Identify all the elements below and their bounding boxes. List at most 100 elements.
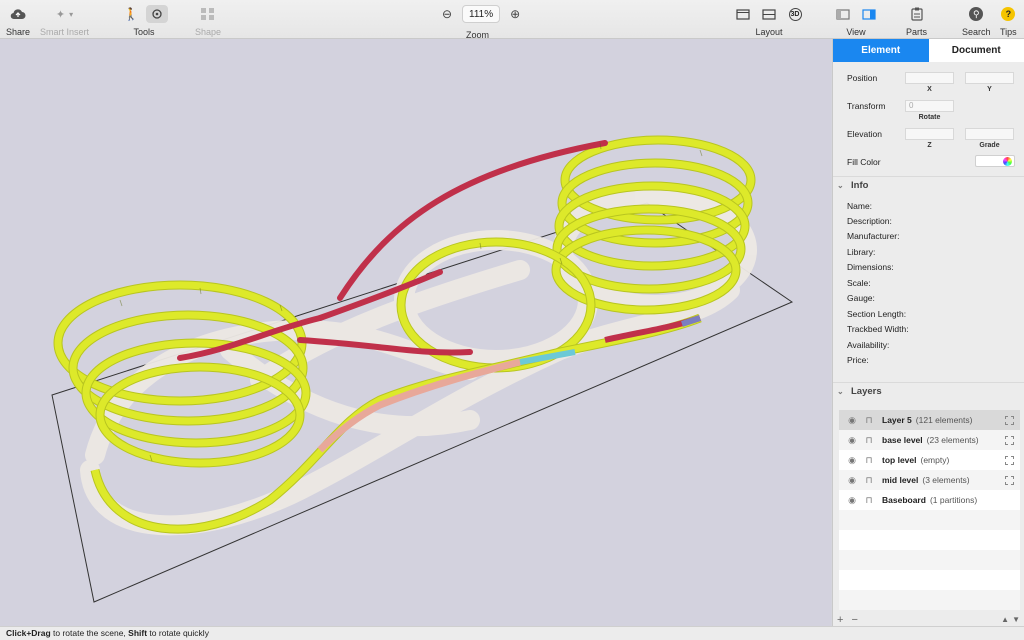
layer-count: (1 partitions) [929, 495, 978, 505]
fill-color-label: Fill Color [847, 157, 881, 167]
eye-icon[interactable]: ◉ [845, 435, 859, 446]
orbit-tool-button[interactable] [146, 5, 168, 23]
remove-layer-button[interactable]: − [851, 614, 857, 626]
view-group: View [832, 4, 880, 37]
layout-group: 3D Layout [732, 4, 806, 37]
tab-element[interactable]: Element [833, 39, 929, 62]
info-availability: Availability: [847, 340, 890, 350]
zoom-out-icon: ⊖ [441, 7, 453, 21]
info-dimensions: Dimensions: [847, 262, 894, 272]
elevation-z-field[interactable] [905, 128, 954, 140]
layer-row[interactable]: ◉ ⊓ Baseboard (1 partitions) [839, 490, 1020, 510]
shape-button[interactable]: Shape [195, 4, 221, 37]
zoom-in-icon: ⊕ [510, 7, 521, 21]
unlock-icon[interactable]: ⊓ [862, 455, 876, 466]
layout-label: Layout [755, 27, 783, 37]
chevron-down-icon: ⌄ [837, 181, 844, 190]
eye-icon[interactable]: ◉ [845, 455, 859, 466]
info-price: Price: [847, 355, 869, 365]
layout-3d-button[interactable]: 3D [784, 5, 806, 23]
3d-icon: 3D [788, 7, 802, 21]
layer-name: base level [882, 435, 923, 445]
toggle-left-sidebar-button[interactable] [832, 5, 854, 23]
info-scale: Scale: [847, 278, 871, 288]
info-library: Library: [847, 247, 876, 257]
color-wheel-icon [1003, 157, 1012, 166]
toggle-right-sidebar-button[interactable] [858, 5, 880, 23]
layer-count: (empty) [920, 455, 950, 465]
grade-field[interactable] [965, 128, 1014, 140]
layer-name: mid level [882, 475, 919, 485]
layer-row[interactable]: ◉ ⊓ mid level (3 elements) [839, 470, 1020, 490]
tips-button[interactable]: ? Tips [1000, 4, 1017, 37]
track-scene[interactable] [0, 39, 831, 626]
select-layer-icon[interactable] [1005, 415, 1014, 425]
layout-single-button[interactable] [732, 5, 754, 23]
help-icon: ? [1001, 7, 1016, 21]
unlock-icon[interactable]: ⊓ [862, 435, 876, 446]
elevation-label: Elevation [847, 129, 882, 139]
eye-icon[interactable]: ◉ [845, 495, 859, 506]
info-trackbed-width: Trackbed Width: [847, 324, 909, 334]
tips-label: Tips [1000, 27, 1017, 37]
walk-icon: 🚶 [123, 7, 139, 21]
fill-color-well[interactable] [975, 155, 1015, 167]
shape-icon [201, 8, 215, 20]
search-button[interactable]: ⚲ Search [962, 4, 991, 37]
search-label: Search [962, 27, 991, 37]
zoom-in-button[interactable]: ⊕ [504, 5, 526, 23]
rotate-field[interactable]: 0 [905, 100, 954, 112]
view-label: View [846, 27, 866, 37]
rotate-caption: Rotate [918, 114, 941, 121]
info-title: Info [851, 180, 869, 191]
orbit-icon [152, 9, 162, 19]
empty-layer-row [839, 590, 1020, 610]
select-layer-icon[interactable] [1005, 475, 1014, 485]
empty-layer-row [839, 550, 1020, 570]
tab-document[interactable]: Document [928, 39, 1024, 62]
info-name: Name: [847, 201, 873, 211]
move-down-icon[interactable]: ▼ [1012, 615, 1020, 624]
eye-icon[interactable]: ◉ [845, 415, 859, 426]
select-layer-icon[interactable] [1005, 435, 1014, 445]
layer-row[interactable]: ◉ ⊓ base level (23 elements) [839, 430, 1020, 450]
select-layer-icon[interactable] [1005, 455, 1014, 465]
position-x-field[interactable] [905, 72, 954, 84]
magic-wand-icon: ✦ [55, 8, 66, 21]
unlock-icon[interactable]: ⊓ [862, 495, 876, 506]
layout-split-button[interactable] [758, 5, 780, 23]
walk-tool-button[interactable]: 🚶 [120, 5, 142, 23]
sidebar-right-icon [862, 8, 876, 20]
inspector-tabs: Element Document [833, 39, 1024, 62]
info-section-length: Section Length: [847, 309, 907, 319]
share-button[interactable]: Share [6, 4, 30, 37]
layers-title: Layers [851, 386, 882, 397]
clipboard-icon [910, 7, 923, 21]
move-up-icon[interactable]: ▲ [1001, 615, 1009, 624]
layers-footer: + − ▲ ▼ [833, 613, 1024, 626]
layers-section-header[interactable]: ⌄ Layers [833, 382, 1024, 400]
layer-row[interactable]: ◉ ⊓ Layer 5 (121 elements) [839, 410, 1020, 430]
smart-insert-button[interactable]: ✦ ▾ Smart Insert [40, 4, 90, 38]
unlock-icon[interactable]: ⊓ [862, 475, 876, 486]
add-layer-button[interactable]: + [837, 614, 843, 626]
info-section-header[interactable]: ⌄ Info [833, 176, 1024, 194]
parts-button[interactable]: Parts [906, 4, 927, 37]
empty-layer-row [839, 570, 1020, 590]
layer-row[interactable]: ◉ ⊓ top level (empty) [839, 450, 1020, 470]
grade-caption: Grade [979, 142, 1000, 149]
zoom-level[interactable]: 111% [462, 5, 501, 23]
smart-insert-label: Smart Insert [40, 27, 90, 37]
status-key-shift: Shift [128, 628, 148, 638]
position-y-field[interactable] [965, 72, 1014, 84]
z-caption: Z [927, 142, 932, 149]
unlock-icon[interactable]: ⊓ [862, 415, 876, 426]
split-window-icon [762, 8, 776, 20]
status-key-drag: Click+Drag [6, 628, 51, 638]
eye-icon[interactable]: ◉ [845, 475, 859, 486]
share-label: Share [6, 27, 31, 37]
position-label: Position [847, 73, 878, 83]
status-text-1: to rotate the scene, [50, 628, 129, 638]
zoom-out-button[interactable]: ⊖ [436, 5, 458, 23]
layout-3d-canvas[interactable] [0, 39, 831, 626]
